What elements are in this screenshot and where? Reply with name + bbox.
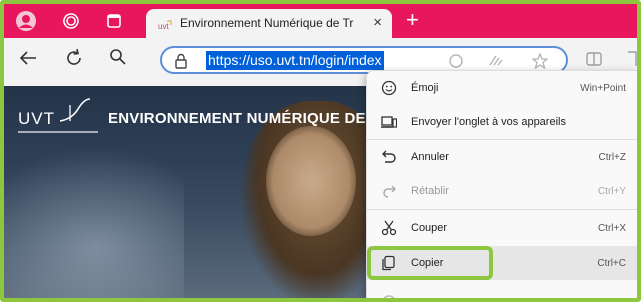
- context-menu: Émoji Win+Point Envoyer l'onglet à vos a…: [366, 70, 637, 298]
- menu-item-label: Émoji: [411, 82, 439, 94]
- logo-text: UVT: [18, 109, 55, 128]
- emoji-icon: [380, 79, 398, 97]
- title-bar: uvt Environnement Numérique de Tr × +: [4, 4, 637, 38]
- browser-tab[interactable]: uvt Environnement Numérique de Tr ×: [146, 9, 392, 38]
- lock-icon[interactable]: [174, 53, 188, 74]
- site-favicon-icon: uvt: [158, 18, 172, 31]
- browser-window: uvt Environnement Numérique de Tr × + ht…: [0, 0, 641, 302]
- menu-item-label: Couper: [411, 222, 448, 234]
- menu-item-shortcut: Ctrl+C: [597, 257, 626, 269]
- background-photo-face: [266, 126, 356, 236]
- menu-item-label: Envoyer l'onglet à vos appareils: [411, 116, 566, 128]
- background-photo-light: [4, 146, 184, 298]
- scissors-icon: [380, 219, 398, 237]
- logo-emblem-icon: [59, 98, 91, 122]
- redo-icon: [380, 182, 398, 200]
- search-icon[interactable]: [109, 48, 127, 72]
- logo-subtitle-line: [18, 131, 98, 133]
- back-button[interactable]: [18, 48, 38, 74]
- split-screen-icon[interactable]: [586, 51, 602, 72]
- url-text-selected[interactable]: https://uso.uvt.tn/login/index: [206, 51, 384, 70]
- menu-item-label: Rétablir: [411, 185, 449, 197]
- copy-highlight-box: [367, 246, 493, 280]
- menu-item-redo: Rétablir Ctrl+Y: [367, 174, 637, 208]
- new-tab-button[interactable]: +: [406, 9, 419, 31]
- menu-separator: [367, 209, 637, 210]
- menu-item-label: Annuler: [411, 151, 449, 163]
- menu-item-shortcut: Ctrl+Z: [598, 151, 627, 163]
- favorites-icon[interactable]: [626, 51, 637, 72]
- menu-item-send-tab[interactable]: Envoyer l'onglet à vos appareils: [367, 105, 637, 139]
- send-to-devices-icon: [380, 113, 398, 131]
- menu-item-shortcut: Ctrl+Y: [597, 185, 626, 197]
- menu-item-copy[interactable]: Copier Ctrl+C: [367, 246, 637, 280]
- menu-item-emoji[interactable]: Émoji Win+Point: [367, 71, 637, 105]
- menu-item-shortcut: Win+Point: [580, 82, 626, 94]
- tab-title: Environnement Numérique de Tr: [180, 16, 354, 30]
- menu-item-shortcut: Ctrl+X: [597, 222, 626, 234]
- undo-icon: [380, 148, 398, 166]
- tab-close-button[interactable]: ×: [373, 14, 382, 32]
- uvt-logo[interactable]: UVT: [18, 97, 108, 137]
- workspaces-icon[interactable]: [61, 11, 81, 31]
- menu-item-next-partial: [367, 295, 637, 298]
- profile-avatar-icon[interactable]: [16, 11, 36, 31]
- tab-actions-icon[interactable]: [104, 11, 124, 31]
- menu-item-cut[interactable]: Couper Ctrl+X: [367, 211, 637, 245]
- refresh-button[interactable]: [64, 48, 84, 74]
- svg-text:uvt: uvt: [158, 22, 169, 31]
- menu-item-undo[interactable]: Annuler Ctrl+Z: [367, 140, 637, 174]
